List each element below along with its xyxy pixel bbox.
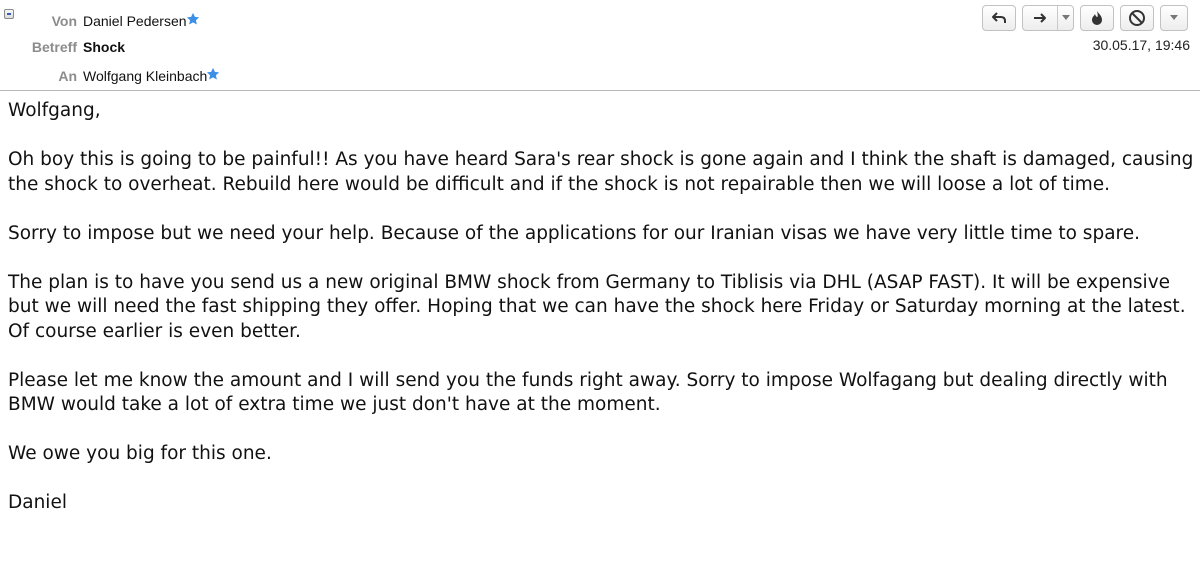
message-header: Von Daniel Pedersen Betreff Shock An Wol…: [0, 0, 1200, 91]
star-icon: [186, 12, 199, 25]
subject-row: Betreff Shock: [0, 37, 125, 57]
body-paragraph: Sorry to impose but we need your help. B…: [8, 222, 1140, 244]
forward-dropdown[interactable]: [1058, 6, 1073, 30]
forward-button[interactable]: [1022, 5, 1074, 31]
from-address[interactable]: Daniel Pedersen: [83, 13, 187, 29]
chevron-down-icon: [1061, 15, 1070, 20]
forward-main[interactable]: [1023, 6, 1058, 30]
to-address[interactable]: Wolfgang Kleinbach: [83, 68, 207, 84]
flame-icon: [1092, 11, 1102, 25]
reply-button[interactable]: [982, 5, 1016, 31]
forward-arrow-icon: [1034, 13, 1046, 23]
star-icon: [207, 67, 220, 80]
message-toolbar: [982, 5, 1188, 31]
prohibited-icon: [1129, 10, 1145, 26]
more-button[interactable]: [1160, 5, 1188, 31]
to-label: An: [58, 68, 77, 84]
signature: Daniel: [8, 492, 67, 513]
body-paragraph: We owe you big for this one.: [8, 443, 272, 464]
body-paragraph: The plan is to have you send us a new or…: [8, 271, 1186, 342]
reply-arrow-icon: [992, 12, 1006, 23]
chevron-down-icon: [1170, 15, 1178, 20]
flame-button[interactable]: [1080, 5, 1114, 31]
junk-button[interactable]: [1120, 5, 1154, 31]
body-paragraph: Please let me know the amount and I will…: [8, 369, 1168, 416]
subject-label: Betreff: [31, 39, 77, 55]
to-row: An Wolfgang Kleinbach: [0, 66, 220, 86]
body-paragraph: Oh boy this is going to be painful!! As …: [8, 149, 1194, 195]
greeting: Wolfgang,: [8, 100, 101, 121]
subject-value: Shock: [83, 39, 126, 55]
from-row: Von Daniel Pedersen: [0, 11, 200, 31]
message-body: Wolfgang, Oh boy this is going to be pai…: [0, 91, 1196, 516]
from-label: Von: [51, 13, 77, 29]
message-timestamp: 30.05.17, 19:46: [1092, 37, 1190, 53]
